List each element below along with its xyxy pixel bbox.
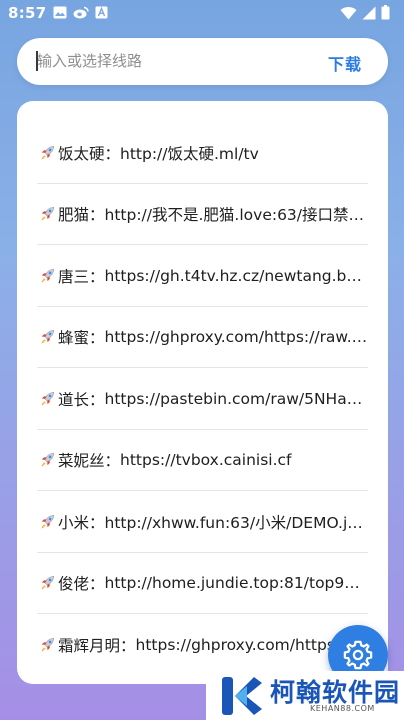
rocket-icon — [41, 453, 55, 467]
battery-icon — [381, 5, 390, 20]
route-search-bar: 下载 — [17, 38, 388, 85]
route-item[interactable]: 俊佬： http://home.jundie.top:81/top98.json — [17, 553, 388, 615]
wifi-icon — [340, 6, 357, 20]
route-item[interactable]: 饭太硬： http://饭太硬.ml/tv — [17, 122, 388, 184]
site-watermark: 柯翰软件园 KEHAN88.COM — [206, 671, 404, 720]
route-url: https://tvbox.cainisi.cf — [120, 451, 292, 470]
route-name: 饭太硬： — [58, 144, 121, 163]
status-time: 8:57 — [8, 4, 47, 22]
route-name: 肥猫： — [58, 206, 105, 225]
rocket-icon — [41, 576, 55, 590]
text-cursor — [36, 51, 38, 71]
status-notification-icons — [53, 6, 108, 19]
route-item[interactable]: 肥猫： http://我不是.肥猫.love:63/接口禁止贩卖 — [17, 184, 388, 246]
route-item[interactable]: 菜妮丝： https://tvbox.cainisi.cf — [17, 430, 388, 492]
route-url: http://饭太硬.ml/tv — [120, 144, 259, 163]
a-badge-icon — [95, 6, 108, 19]
rocket-icon — [41, 330, 55, 344]
download-button[interactable]: 下载 — [328, 51, 362, 75]
route-list: 饭太硬： http://饭太硬.ml/tv 肥猫： http://我不是.肥猫.… — [17, 122, 388, 676]
rocket-icon — [41, 207, 55, 221]
route-name: 菜妮丝： — [58, 452, 121, 471]
weibo-icon — [73, 6, 89, 19]
watermark-subtitle: KEHAN88.COM — [310, 704, 375, 713]
signal-icon — [362, 6, 376, 19]
route-item[interactable]: 小米： http://xhww.fun:63/小米/DEMO.json — [17, 491, 388, 553]
route-list-card: 饭太硬： http://饭太硬.ml/tv 肥猫： http://我不是.肥猫.… — [17, 101, 388, 684]
route-name: 小米： — [58, 513, 105, 532]
status-bar: 8:57 — [0, 0, 404, 28]
route-url: https://gh.t4tv.hz.cz/newtang.bmp — [104, 266, 368, 285]
status-system-icons — [340, 5, 390, 20]
route-item[interactable]: 唐三： https://gh.t4tv.hz.cz/newtang.bmp — [17, 245, 388, 307]
route-url: http://xhww.fun:63/小米/DEMO.json — [104, 513, 368, 532]
route-item[interactable]: 蜂蜜： https://ghproxy.com/https://raw.gith… — [17, 307, 388, 369]
route-name: 道长： — [58, 390, 105, 409]
route-name: 俊佬： — [58, 575, 105, 594]
route-url: http://home.jundie.top:81/top98.json — [104, 574, 368, 593]
route-input[interactable] — [37, 50, 317, 72]
rocket-icon — [41, 268, 55, 283]
route-url: http://我不是.肥猫.love:63/接口禁止贩卖 — [104, 206, 368, 225]
image-icon — [53, 6, 67, 19]
route-item[interactable]: 道长： https://pastebin.com/raw/5NHaxyGR — [17, 368, 388, 430]
route-name: 霜辉月明： — [58, 636, 136, 655]
rocket-icon — [41, 145, 55, 160]
rocket-icon — [41, 391, 55, 406]
rocket-icon — [41, 637, 55, 652]
gear-icon — [343, 640, 373, 670]
kehan-logo-icon — [222, 677, 262, 715]
route-name: 蜂蜜： — [58, 329, 105, 348]
route-name: 唐三： — [58, 267, 105, 286]
route-url: https://ghproxy.com/https://raw.githubus… — [104, 328, 368, 347]
route-url: https://pastebin.com/raw/5NHaxyGR — [104, 389, 368, 408]
rocket-icon — [41, 514, 55, 529]
